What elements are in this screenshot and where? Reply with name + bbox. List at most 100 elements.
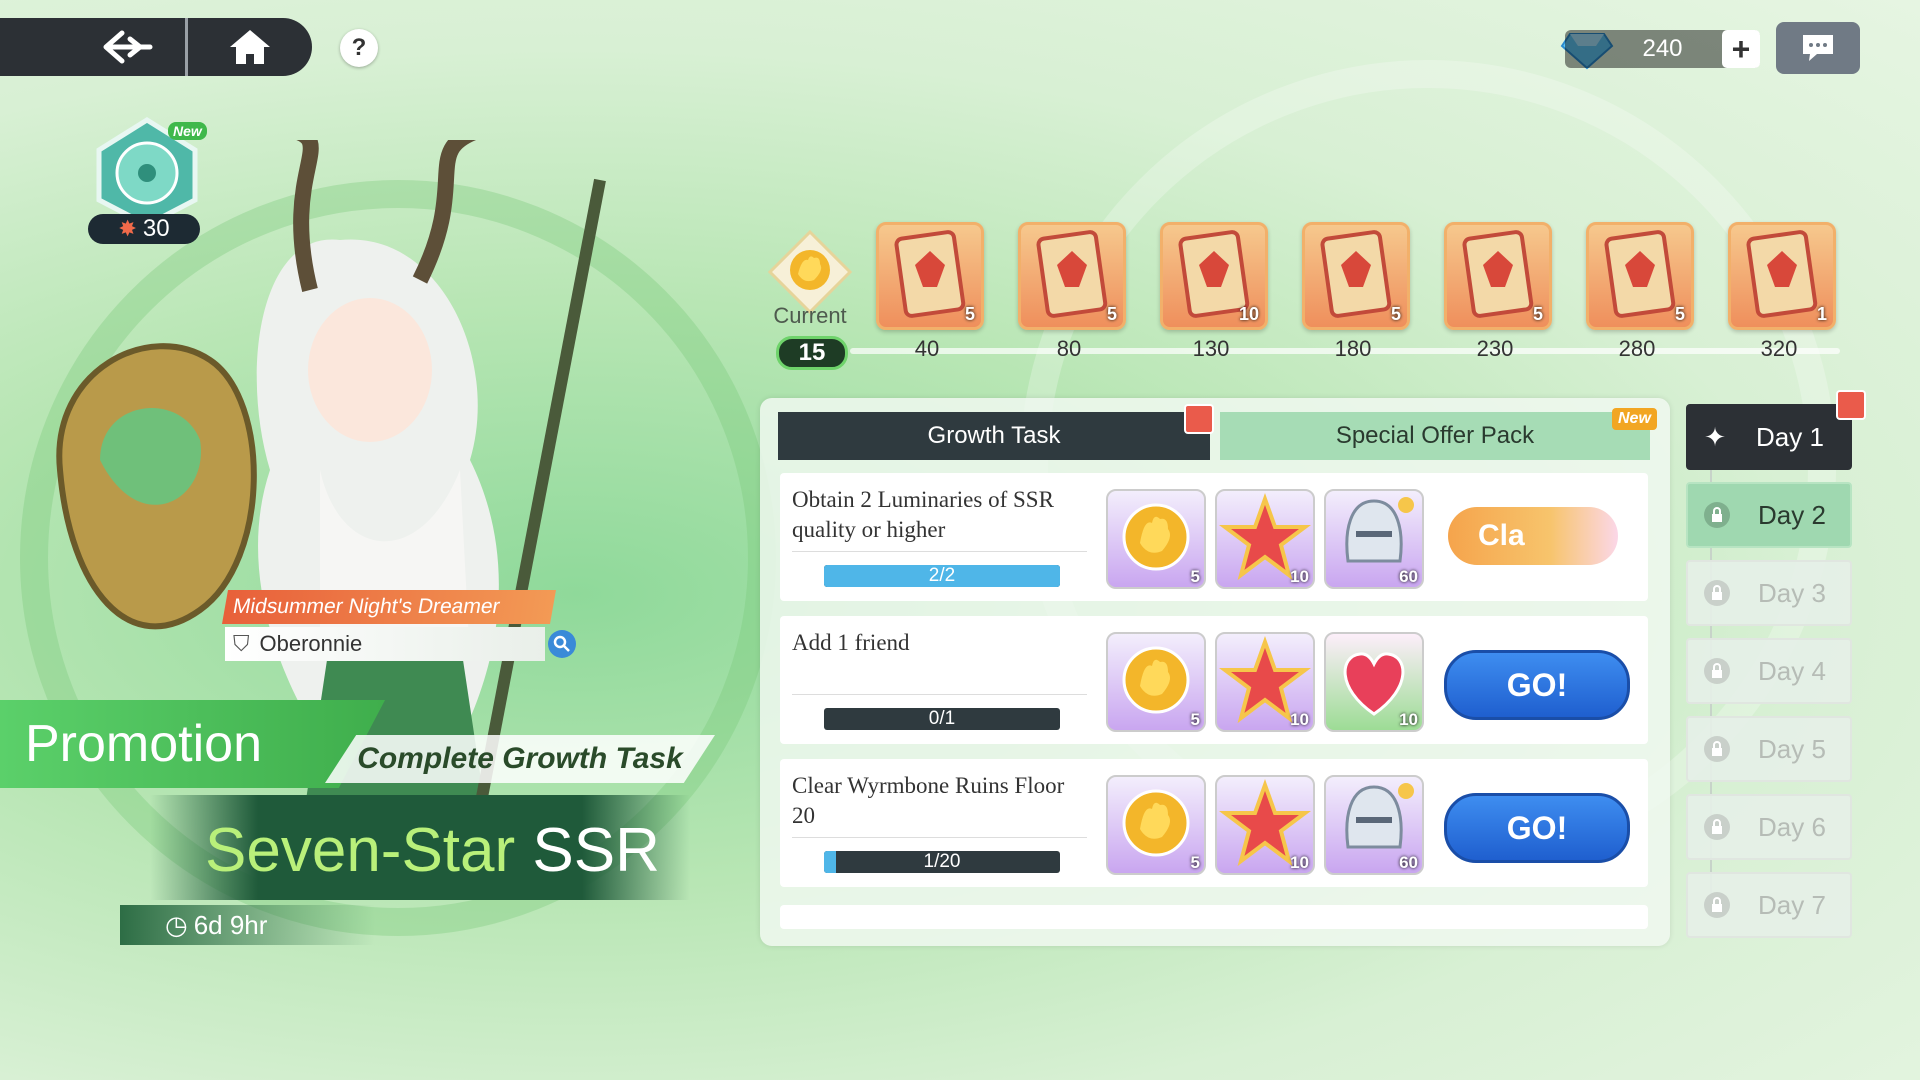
reward-qty: 5	[1390, 304, 1401, 324]
task-row: Clear Wyrmbone Ruins Floor 20 1/20 5 10 60 GO…	[780, 759, 1648, 887]
reward-item[interactable]: 10	[1324, 632, 1424, 732]
day-label: Day 4	[1758, 655, 1826, 686]
task-separator	[792, 551, 1087, 552]
reward-item[interactable]: 10	[1215, 775, 1315, 875]
nav-divider	[185, 18, 188, 76]
day-label: Day 1	[1756, 421, 1824, 452]
task-description: Clear Wyrmbone Ruins Floor 20	[792, 773, 1065, 828]
character-name: Oberonnie	[259, 631, 363, 656]
reward-item[interactable]: 5	[1106, 632, 1206, 732]
milestone-reward[interactable]: 1	[1728, 222, 1836, 330]
reward-item[interactable]: 10	[1215, 632, 1315, 732]
reward-item[interactable]: 60	[1324, 489, 1424, 589]
reward-qty: 5	[964, 304, 975, 324]
event-timer: ◷ 6d 9hr	[120, 905, 375, 945]
reward-qty: 10	[1290, 567, 1309, 586]
milestone-reward[interactable]: 5	[1302, 222, 1410, 330]
current-points-value: 15	[776, 336, 848, 370]
current-label: Current	[773, 303, 847, 328]
reward-qty: 1	[1816, 304, 1827, 324]
task-description: Obtain 2 Luminaries of SSR quality or hi…	[792, 487, 1054, 542]
task-separator	[792, 694, 1087, 695]
milestone-reward[interactable]: 5	[876, 222, 984, 330]
day-label: Day 7	[1758, 889, 1826, 920]
promotion-label: Promotion	[0, 700, 385, 788]
task-row: Add 1 friend 0/1 5 10 10 GO!	[780, 616, 1648, 744]
task-description: Add 1 friend	[792, 630, 910, 655]
chat-button[interactable]	[1776, 22, 1860, 74]
milestone-reward[interactable]: 5	[1444, 222, 1552, 330]
day-tab-2[interactable]: Day 2	[1686, 482, 1852, 548]
claim-button[interactable]: Cla	[1448, 507, 1618, 565]
day-tab-4[interactable]: Day 4	[1686, 638, 1852, 704]
new-tag: New	[1612, 408, 1657, 430]
day-label: Day 2	[1758, 499, 1826, 530]
milestone-points: 230	[1476, 336, 1514, 361]
character-name-tag: ⛉ Oberonnie	[225, 627, 545, 661]
day-tab-3[interactable]: Day 3	[1686, 560, 1852, 626]
milestone-points: 180	[1334, 336, 1372, 361]
reward-qty: 60	[1399, 853, 1418, 872]
lock-icon	[1704, 892, 1730, 918]
lock-icon	[1704, 814, 1730, 840]
reward-qty: 5	[1190, 567, 1200, 586]
sparkle-icon: ✦	[1704, 421, 1726, 452]
milestone-reward[interactable]: 5	[1018, 222, 1126, 330]
day-label: Day 5	[1758, 733, 1826, 764]
reward-qty: 5	[1190, 853, 1200, 872]
gift-icon	[1836, 390, 1866, 420]
day-label: Day 3	[1758, 577, 1826, 608]
back-button[interactable]	[80, 18, 176, 76]
task-progress-bar: 1/20	[824, 851, 1060, 873]
home-button[interactable]	[200, 18, 300, 76]
gift-icon	[1184, 404, 1214, 434]
reward-item[interactable]: 5	[1106, 489, 1206, 589]
milestone-points: 280	[1618, 336, 1656, 361]
day-tab-6[interactable]: Day 6	[1686, 794, 1852, 860]
day-tab-7[interactable]: Day 7	[1686, 872, 1852, 938]
current-points-icon	[767, 229, 853, 315]
reward-item[interactable]: 60	[1324, 775, 1424, 875]
reward-qty: 10	[1290, 853, 1309, 872]
search-character-button[interactable]	[548, 630, 576, 658]
reward-qty: 10	[1290, 710, 1309, 729]
milestone-points: 80	[1056, 336, 1082, 361]
milestone-reward[interactable]: 10	[1160, 222, 1268, 330]
reward-item[interactable]: 5	[1106, 775, 1206, 875]
go-button[interactable]: GO!	[1444, 650, 1630, 720]
lock-icon	[1704, 580, 1730, 606]
task-progress-text: 1/20	[923, 851, 961, 872]
milestone-points: 320	[1760, 336, 1798, 361]
help-button[interactable]: ?	[340, 29, 378, 67]
task-progress-text: 0/1	[928, 708, 956, 729]
task-progress-bar: 2/2	[824, 565, 1060, 587]
task-progress-text: 2/2	[928, 565, 956, 586]
back-arrow-icon	[103, 30, 153, 64]
clock-icon: ◷	[165, 909, 188, 940]
ssr-suffix: SSR	[532, 816, 660, 885]
day-tab-5[interactable]: Day 5	[1686, 716, 1852, 782]
go-button[interactable]: GO!	[1444, 793, 1630, 863]
reward-qty: 5	[1532, 304, 1543, 324]
timer-value: 6d 9hr	[193, 909, 268, 940]
chat-icon	[1803, 35, 1833, 61]
day-label: Day 6	[1758, 811, 1826, 842]
tab-special-offer-pack[interactable]: Special Offer Pack	[1220, 412, 1650, 460]
new-tag: New	[168, 122, 207, 140]
reward-qty: 5	[1190, 710, 1200, 729]
search-icon	[553, 635, 570, 652]
home-icon	[230, 30, 270, 64]
seven-star-ssr-title: Seven-Star SSR	[205, 815, 660, 886]
day-tab-1[interactable]: ✦ Day 1	[1686, 404, 1852, 470]
milestone-reward[interactable]: 5	[1586, 222, 1694, 330]
reward-qty: 5	[1106, 304, 1117, 324]
add-gems-button[interactable]: +	[1722, 30, 1760, 68]
reward-item[interactable]: 10	[1215, 489, 1315, 589]
complete-growth-task-label: Complete Growth Task	[325, 735, 715, 783]
reward-qty: 5	[1674, 304, 1685, 324]
task-separator	[792, 837, 1087, 838]
shield-icon: ⛉	[233, 631, 250, 656]
task-row-partial	[780, 905, 1648, 929]
ssr-prefix: Seven-Star	[205, 816, 516, 885]
tab-growth-task[interactable]: Growth Task	[778, 412, 1210, 460]
